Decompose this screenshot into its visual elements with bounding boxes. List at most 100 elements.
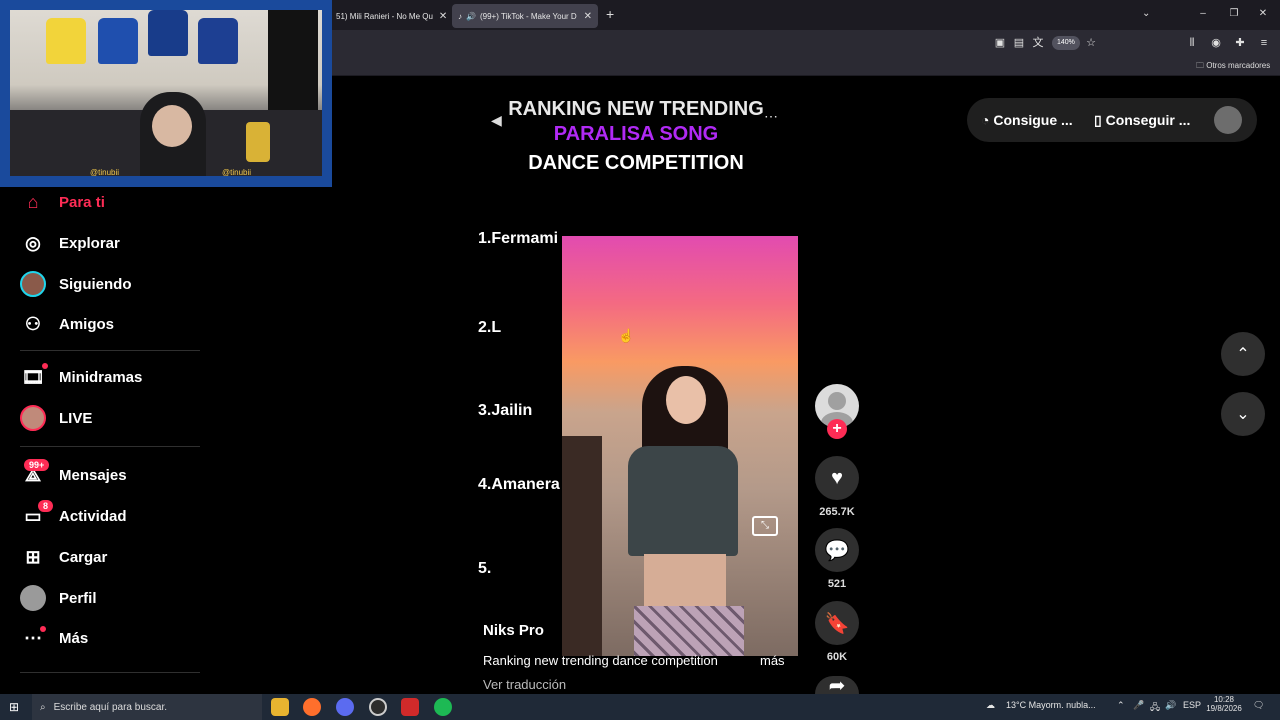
taskbar-search[interactable]: ⌕ Escribe aquí para buscar. [32, 694, 262, 720]
pip-icon[interactable]: ⤡ [752, 516, 778, 536]
zoom-level[interactable]: 140% [1052, 36, 1080, 50]
rank-4: 4.Amanera [478, 476, 560, 493]
reader-view-icon[interactable]: ▤ [1012, 36, 1026, 50]
comment-button[interactable]: 💬 [815, 528, 859, 572]
weather-text[interactable]: 13°C Mayorm. nubla... [1006, 700, 1096, 710]
browser-tab-tiktok[interactable]: ♪ 🔊 (99+) TikTok - Make Your D ✕ [452, 4, 598, 28]
sidebar-item-minidramas[interactable]: 🎞 Minidramas [20, 363, 142, 391]
sidebar-item-amigos[interactable]: ⚇ Amigos [20, 310, 114, 338]
dancer-midriff [644, 554, 726, 608]
sidebar-item-label: Mensajes [59, 466, 127, 484]
sidebar-item-para-ti[interactable]: ⌂ Para ti [20, 188, 105, 216]
extensions-icon[interactable]: ✚ [1233, 36, 1247, 50]
share-button[interactable]: ➦ [815, 675, 859, 697]
options-icon[interactable]: ⋯ [764, 108, 778, 125]
sidebar-item-perfil[interactable]: Perfil [20, 584, 97, 612]
sidebar-item-cargar[interactable]: ⊞ Cargar [20, 543, 107, 571]
tab-close-icon[interactable]: ✕ [433, 11, 447, 22]
sidebar-item-label: Perfil [59, 589, 97, 607]
coin-icon: ◔ [981, 112, 994, 128]
save-button[interactable]: 🔖 [815, 601, 859, 645]
tab-close-icon[interactable]: ✕ [578, 11, 592, 22]
activity-badge: 8 [38, 500, 54, 512]
sidebar-item-live[interactable]: LIVE [20, 404, 92, 432]
get-coins-button[interactable]: ◔ Consigue ... [981, 112, 1073, 128]
friends-icon: ⚇ [24, 313, 42, 334]
mic-icon[interactable]: 🎤 [1133, 700, 1144, 711]
video-author[interactable]: Niks Pro [483, 622, 544, 639]
library-icon[interactable]: ⫴ [1185, 36, 1199, 50]
picture-in-picture-icon[interactable]: ▣ [993, 36, 1007, 50]
sidebar-item-explorar[interactable]: ◎ Explorar [20, 229, 120, 257]
follow-plus-button[interactable]: + [827, 419, 847, 439]
clock[interactable]: 10:28 19/8/2026 [1204, 695, 1244, 713]
file-explorer-icon[interactable] [271, 698, 289, 716]
voicemeeter-icon[interactable] [401, 698, 419, 716]
search-icon: ⌕ [40, 701, 46, 713]
sidebar-item-mensajes[interactable]: ⟁ Mensajes 99+ [20, 459, 127, 489]
restore-icon[interactable]: ❐ [1227, 8, 1241, 19]
tray-chevron-icon[interactable]: ⌃ [1117, 700, 1125, 711]
sidebar-divider [20, 350, 200, 351]
jersey-blue-2 [148, 10, 188, 56]
language-indicator[interactable]: ESP [1183, 700, 1201, 710]
upload-icon: ⊞ [25, 546, 41, 567]
like-button[interactable]: ♥ [815, 456, 859, 500]
translate-icon[interactable]: 文 [1031, 36, 1045, 50]
translate-link[interactable]: Ver traducción [483, 677, 566, 692]
chevron-up-icon: ⌃ [1236, 346, 1250, 363]
bookmark-icon: 🔖 [824, 612, 850, 635]
video-player[interactable]: ⤡ ☝ [562, 236, 798, 656]
discord-icon[interactable] [336, 698, 354, 716]
jersey-blue-3 [198, 18, 238, 64]
minimize-icon[interactable]: – [1196, 8, 1210, 19]
title-line-3: DANCE COMPETITION [528, 152, 744, 174]
next-video-button[interactable]: ⌄ [1221, 392, 1265, 436]
user-avatar[interactable] [1214, 106, 1242, 134]
browser-tab-mili[interactable]: 51) Mili Ranieri - No Me Qu ✕ [330, 4, 448, 28]
clock-date: 19/8/2026 [1206, 704, 1242, 713]
firefox-icon[interactable] [303, 698, 321, 716]
account-icon[interactable]: ◉ [1209, 36, 1223, 50]
tab-label: (99+) TikTok - Make Your D [479, 11, 577, 21]
windows-start-icon[interactable]: ⊞ [9, 700, 19, 714]
weather-icon[interactable]: ☁ [986, 700, 995, 711]
video-description: Ranking new trending dance competition [483, 653, 718, 668]
previous-video-button[interactable]: ⌃ [1221, 332, 1265, 376]
spotify-icon[interactable] [434, 698, 452, 716]
get-app-label: Conseguir ... [1105, 112, 1191, 128]
close-window-icon[interactable]: ✕ [1256, 8, 1270, 19]
sidebar-divider [20, 672, 200, 673]
other-bookmarks-label: Otros marcadores [1206, 61, 1271, 70]
obs-icon[interactable] [369, 698, 387, 716]
new-tab-icon[interactable]: + [606, 6, 614, 22]
more-link[interactable]: más [760, 653, 785, 668]
network-icon[interactable]: 🖧 [1150, 700, 1160, 716]
volume-icon[interactable]: ◀ [491, 112, 502, 129]
home-icon: ⌂ [27, 191, 39, 212]
compass-icon: ◎ [25, 232, 41, 253]
dancer-skirt [634, 606, 744, 656]
folder-icon: 🗀 [1196, 61, 1207, 70]
bookmark-star-icon[interactable]: ☆ [1084, 36, 1098, 50]
notifications-icon[interactable]: 🗨 [1253, 700, 1264, 711]
doorway [562, 436, 602, 656]
sidebar-item-actividad[interactable]: ▭ Actividad 8 [20, 500, 127, 530]
sidebar-item-label: Más [59, 629, 89, 647]
rank-3: 3.Jailin [478, 402, 533, 419]
sidebar-item-siguiendo[interactable]: Siguiendo [20, 270, 132, 298]
title-line-2: PARALISA SONG [553, 123, 719, 145]
webcam-handle-left: @tinubii_ [90, 168, 124, 176]
title-line-1: RANKING NEW TRENDING [508, 98, 764, 120]
tab-list-chevron-icon[interactable]: ⌄ [1142, 8, 1150, 19]
sidebar-item-mas[interactable]: ⋯ Más [20, 624, 88, 652]
other-bookmarks[interactable]: 🗀 Otros marcadores [1196, 60, 1270, 74]
get-app-button[interactable]: ▯ Conseguir ... [1094, 112, 1190, 129]
menu-icon[interactable]: ≡ [1257, 36, 1271, 50]
volume-tray-icon[interactable]: 🔊 [1165, 700, 1176, 711]
sidebar-item-label: Cargar [59, 548, 108, 566]
speaker-icon[interactable]: 🔊 [466, 12, 476, 21]
comment-count: 521 [827, 578, 847, 590]
search-placeholder: Escribe aquí para buscar. [53, 701, 168, 713]
sidebar-item-label: Actividad [59, 507, 127, 525]
